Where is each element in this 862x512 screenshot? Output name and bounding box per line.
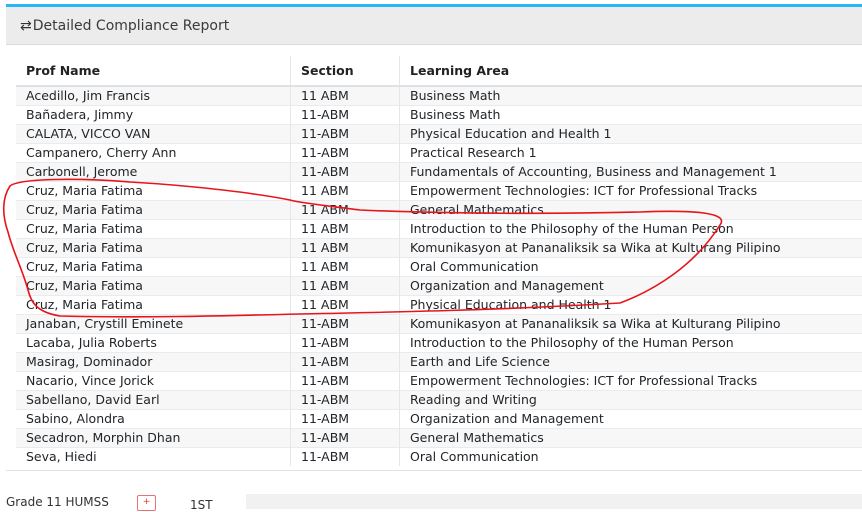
next-grade-row: Grade 11 HUMSS + 1ST [0, 490, 862, 509]
card-body: Prof Name Section Learning Area Acedillo… [6, 45, 862, 471]
section-cell: 11-ABM [291, 372, 400, 391]
section-cell: 11 ABM [291, 277, 400, 296]
section-cell: 11 ABM [291, 258, 400, 277]
learning-area-cell: Komunikasyon at Pananaliksik sa Wika at … [400, 239, 862, 258]
section-cell: 11-ABM [291, 448, 400, 467]
table-row: Cruz, Maria Fatima11 ABMOral Communicati… [16, 258, 862, 277]
prof-name-cell: Cruz, Maria Fatima [16, 277, 291, 296]
section-cell: 11-ABM [291, 315, 400, 334]
learning-area-cell: Business Math [400, 86, 862, 106]
table-row: Bañadera, Jimmy11-ABMBusiness Math [16, 106, 862, 125]
section-cell: 11-ABM [291, 353, 400, 372]
prof-name-cell: Acedillo, Jim Francis [16, 86, 291, 106]
learning-area-cell: Fundamentals of Accounting, Business and… [400, 163, 862, 182]
learning-area-cell: Physical Education and Health 1 [400, 125, 862, 144]
table-row: Carbonell, Jerome11-ABMFundamentals of A… [16, 163, 862, 182]
card-divider [6, 470, 862, 471]
table-row: Cruz, Maria Fatima11 ABMEmpowerment Tech… [16, 182, 862, 201]
semester-label: 1ST [190, 498, 213, 512]
table-row: Janaban, Crystill Eminete11-ABMKomunikas… [16, 315, 862, 334]
table-row: Acedillo, Jim Francis11 ABMBusiness Math [16, 86, 862, 106]
prof-name-cell: Cruz, Maria Fatima [16, 258, 291, 277]
prof-name-cell: CALATA, VICCO VAN [16, 125, 291, 144]
table-row: Cruz, Maria Fatima11 ABMKomunikasyon at … [16, 239, 862, 258]
compliance-table: Prof Name Section Learning Area Acedillo… [16, 56, 862, 466]
table-row: Campanero, Cherry Ann11-ABMPractical Res… [16, 144, 862, 163]
table-row: Cruz, Maria Fatima11 ABMOrganization and… [16, 277, 862, 296]
learning-area-cell: Oral Communication [400, 258, 862, 277]
column-header-prof-name[interactable]: Prof Name [16, 56, 291, 86]
section-cell: 11 ABM [291, 182, 400, 201]
learning-area-cell: Business Math [400, 106, 862, 125]
prof-name-cell: Cruz, Maria Fatima [16, 201, 291, 220]
learning-area-cell: Organization and Management [400, 277, 862, 296]
prof-name-cell: Cruz, Maria Fatima [16, 296, 291, 315]
prof-name-cell: Sabellano, David Earl [16, 391, 291, 410]
prof-name-cell: Lacaba, Julia Roberts [16, 334, 291, 353]
prof-name-cell: Cruz, Maria Fatima [16, 239, 291, 258]
learning-area-cell: Introduction to the Philosophy of the Hu… [400, 334, 862, 353]
prof-name-cell: Cruz, Maria Fatima [16, 182, 291, 201]
table-header-row: Prof Name Section Learning Area [16, 56, 862, 86]
section-cell: 11-ABM [291, 410, 400, 429]
learning-area-cell: General Mathematics [400, 429, 862, 448]
prof-name-cell: Carbonell, Jerome [16, 163, 291, 182]
prof-name-cell: Sabino, Alondra [16, 410, 291, 429]
table-row: Secadron, Morphin Dhan11-ABMGeneral Math… [16, 429, 862, 448]
table-row: Sabino, Alondra11-ABMOrganization and Ma… [16, 410, 862, 429]
section-cell: 11-ABM [291, 391, 400, 410]
section-cell: 11-ABM [291, 125, 400, 144]
section-cell: 11-ABM [291, 144, 400, 163]
table-row: Cruz, Maria Fatima11 ABMGeneral Mathemat… [16, 201, 862, 220]
section-cell: 11 ABM [291, 296, 400, 315]
grade-label: Grade 11 HUMSS [6, 495, 109, 509]
prof-name-cell: Cruz, Maria Fatima [16, 220, 291, 239]
section-cell: 11 ABM [291, 220, 400, 239]
learning-area-cell: General Mathematics [400, 201, 862, 220]
learning-area-cell: Physical Education and Health 1 [400, 296, 862, 315]
learning-area-cell: Organization and Management [400, 410, 862, 429]
table-body: Acedillo, Jim Francis11 ABMBusiness Math… [16, 86, 862, 466]
prof-name-cell: Masirag, Dominador [16, 353, 291, 372]
section-cell: 11 ABM [291, 86, 400, 106]
section-cell: 11 ABM [291, 201, 400, 220]
table-row: Seva, Hiedi11-ABMOral Communication [16, 448, 862, 467]
table-row: Cruz, Maria Fatima11 ABMIntroduction to … [16, 220, 862, 239]
learning-area-cell: Introduction to the Philosophy of the Hu… [400, 220, 862, 239]
section-cell: 11-ABM [291, 106, 400, 125]
learning-area-cell: Reading and Writing [400, 391, 862, 410]
prof-name-cell: Secadron, Morphin Dhan [16, 429, 291, 448]
learning-area-cell: Empowerment Technologies: ICT for Profes… [400, 372, 862, 391]
card-header: ⇄ Detailed Compliance Report [6, 7, 862, 45]
section-cell: 11-ABM [291, 334, 400, 353]
swap-arrows-icon: ⇄ [20, 18, 32, 34]
prof-name-cell: Campanero, Cherry Ann [16, 144, 291, 163]
prof-name-cell: Janaban, Crystill Eminete [16, 315, 291, 334]
grey-bar [246, 494, 862, 509]
column-header-learning-area[interactable]: Learning Area [400, 56, 862, 86]
section-cell: 11-ABM [291, 163, 400, 182]
learning-area-cell: Earth and Life Science [400, 353, 862, 372]
learning-area-cell: Oral Communication [400, 448, 862, 467]
section-cell: 11-ABM [291, 429, 400, 448]
prof-name-cell: Seva, Hiedi [16, 448, 291, 467]
compliance-report-card: ⇄ Detailed Compliance Report Prof Name S… [6, 4, 862, 474]
column-header-section[interactable]: Section [291, 56, 400, 86]
table-row: Cruz, Maria Fatima11 ABMPhysical Educati… [16, 296, 862, 315]
table-row: Sabellano, David Earl11-ABMReading and W… [16, 391, 862, 410]
card-title: Detailed Compliance Report [33, 18, 229, 34]
prof-name-cell: Bañadera, Jimmy [16, 106, 291, 125]
learning-area-cell: Practical Research 1 [400, 144, 862, 163]
table-row: Lacaba, Julia Roberts11-ABMIntroduction … [16, 334, 862, 353]
table-row: Nacario, Vince Jorick11-ABMEmpowerment T… [16, 372, 862, 391]
table-row: Masirag, Dominador11-ABMEarth and Life S… [16, 353, 862, 372]
table-row: CALATA, VICCO VAN11-ABMPhysical Educatio… [16, 125, 862, 144]
prof-name-cell: Nacario, Vince Jorick [16, 372, 291, 391]
learning-area-cell: Empowerment Technologies: ICT for Profes… [400, 182, 862, 201]
section-cell: 11 ABM [291, 239, 400, 258]
learning-area-cell: Komunikasyon at Pananaliksik sa Wika at … [400, 315, 862, 334]
